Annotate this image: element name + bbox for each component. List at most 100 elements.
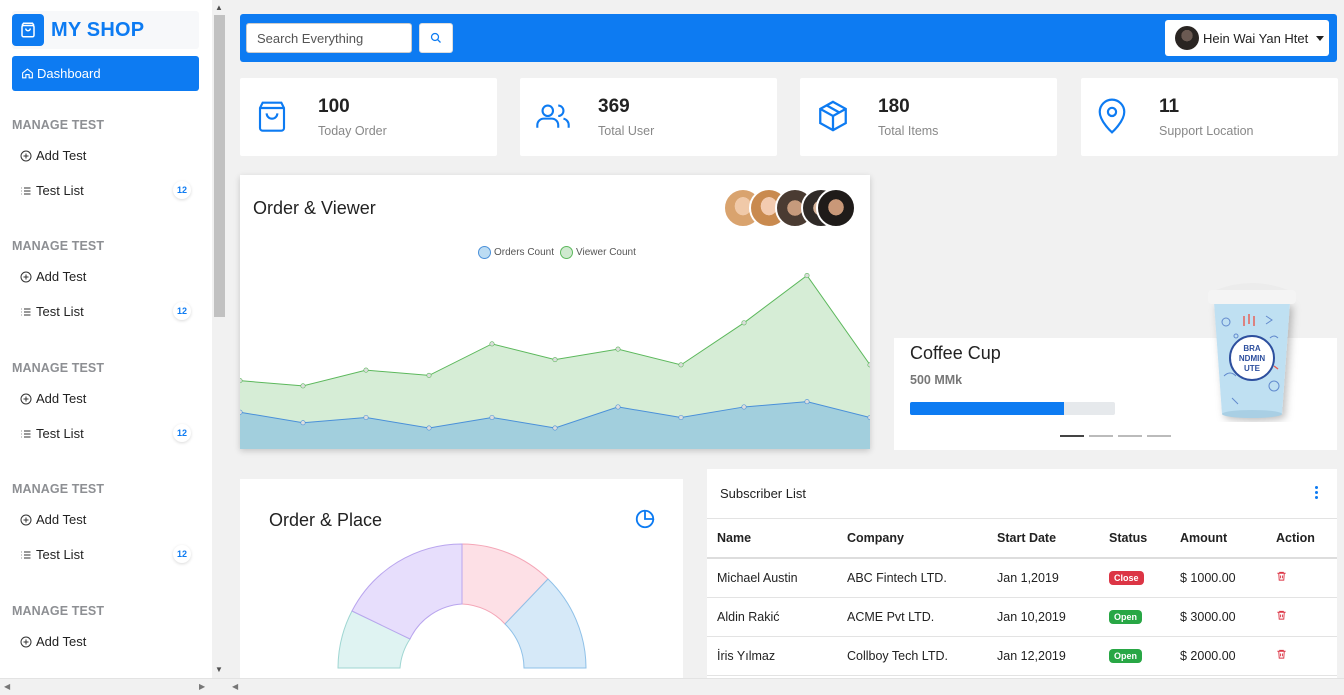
data-point[interactable] — [240, 409, 243, 415]
data-point[interactable] — [426, 372, 432, 378]
stat-label: Support Location — [1159, 124, 1254, 138]
stat-card-total-items: 180 Total Items — [800, 78, 1057, 156]
cell-status: Open — [1099, 597, 1170, 637]
stat-card-today-order: 100 Today Order — [240, 78, 497, 156]
table-row: İris Yılmaz Collboy Tech LTD. Jan 12,201… — [707, 636, 1337, 676]
data-point[interactable] — [426, 425, 432, 431]
table-row: Aldin Rakić ACME Pvt LTD. Jan 10,2019 Op… — [707, 597, 1337, 637]
brand[interactable]: MY SHOP — [12, 11, 199, 49]
sidebar-item-add-test[interactable]: Add Test — [12, 624, 199, 659]
table-row: Michael Austin ABC Fintech LTD. Jan 1,20… — [707, 558, 1337, 598]
plus-circle-icon — [20, 393, 32, 404]
product-title: Coffee Cup — [910, 343, 1001, 363]
top-bar: Hein Wai Yan Htet — [240, 14, 1337, 62]
sidebar-item-test-list[interactable]: Test List 12 — [12, 416, 199, 451]
order-place-card: Order & Place — [240, 479, 683, 678]
data-point[interactable] — [489, 341, 495, 347]
data-point[interactable] — [363, 414, 369, 420]
list-icon — [21, 187, 31, 194]
cell-company: ACME Pvt LTD. — [837, 597, 987, 637]
column-header[interactable]: Start Date — [987, 519, 1099, 559]
data-point[interactable] — [678, 414, 684, 420]
column-header[interactable]: Amount — [1170, 519, 1266, 559]
search-button[interactable] — [419, 23, 453, 53]
cell-amount: $ 1000.00 — [1170, 558, 1266, 598]
cell-name: Aldin Rakić — [707, 597, 837, 637]
progress-fill — [910, 402, 1064, 415]
carousel-indicator[interactable] — [1060, 435, 1084, 437]
cup-logo-text: BRA — [1243, 344, 1261, 353]
table-header-row: Name Company Start Date Status Amount Ac… — [707, 519, 1337, 559]
sidebar-item-test-list[interactable]: Test List 12 — [12, 173, 199, 208]
column-header[interactable]: Status — [1099, 519, 1170, 559]
data-point[interactable] — [489, 414, 495, 420]
sidebar-item-add-test[interactable]: Add Test — [12, 138, 199, 173]
scroll-left-arrow-icon[interactable]: ◀ — [4, 682, 10, 691]
section-title: MANAGE TEST — [12, 604, 105, 618]
scroll-down-arrow-icon[interactable]: ▼ — [215, 665, 223, 674]
sidebar-item-label: Test List — [36, 426, 84, 441]
sidebar-scrollbar[interactable]: ▲ ▼ — [212, 0, 227, 678]
section-title: MANAGE TEST — [12, 239, 105, 253]
progress-bar — [910, 402, 1115, 415]
column-header[interactable]: Action — [1266, 519, 1337, 559]
sidebar-item-add-test[interactable]: Add Test — [12, 259, 199, 294]
sidebar-item-label: Test List — [36, 547, 84, 562]
sidebar-section: MANAGE TEST Add Test Test List 12 — [12, 239, 199, 329]
trash-icon[interactable] — [1276, 570, 1287, 582]
list-icon — [21, 308, 31, 315]
search-icon — [430, 32, 441, 43]
cell-status: Open — [1099, 636, 1170, 676]
user-menu-button[interactable]: Hein Wai Yan Htet — [1165, 20, 1329, 56]
data-point[interactable] — [804, 399, 810, 405]
data-point[interactable] — [741, 404, 747, 410]
list-icon — [21, 430, 31, 437]
data-point[interactable] — [867, 362, 870, 368]
sidebar-item-test-list[interactable]: Test List 12 — [12, 537, 199, 572]
search-input[interactable] — [246, 23, 412, 53]
plus-circle-icon — [20, 514, 32, 525]
cell-start-date: Jan 1,2019 — [987, 558, 1099, 598]
carousel-indicator[interactable] — [1118, 435, 1142, 437]
more-options-icon[interactable] — [1315, 486, 1319, 501]
data-point[interactable] — [615, 404, 621, 410]
data-point[interactable] — [300, 420, 306, 426]
data-point[interactable] — [552, 425, 558, 431]
count-badge: 12 — [173, 181, 191, 199]
data-point[interactable] — [300, 383, 306, 389]
column-header[interactable]: Name — [707, 519, 837, 559]
section-title: MANAGE TEST — [12, 482, 105, 496]
data-point[interactable] — [741, 320, 747, 326]
stat-value: 100 — [318, 96, 350, 117]
scroll-up-arrow-icon[interactable]: ▲ — [215, 3, 223, 12]
sidebar-item-add-test[interactable]: Add Test — [12, 502, 199, 537]
data-point[interactable] — [678, 362, 684, 368]
data-point[interactable] — [240, 378, 243, 384]
subscriber-list-card: Subscriber List Name Company Start Date … — [707, 469, 1337, 678]
sidebar-item-test-list[interactable]: Test List 12 — [12, 294, 199, 329]
scrollbar-thumb[interactable] — [214, 15, 225, 317]
scroll-right-arrow-icon[interactable]: ▶ — [199, 682, 205, 691]
trash-icon[interactable] — [1276, 648, 1287, 660]
area-chart — [240, 273, 870, 449]
horizontal-scrollbar[interactable]: ◀ ▶ ◀ — [0, 678, 1344, 695]
carousel-indicator[interactable] — [1147, 435, 1171, 437]
data-point[interactable] — [867, 414, 870, 420]
scroll-left-arrow-icon[interactable]: ◀ — [232, 682, 238, 691]
cell-action — [1266, 558, 1337, 598]
count-badge: 12 — [173, 545, 191, 563]
data-point[interactable] — [615, 346, 621, 352]
sidebar-item-label: Add Test — [36, 269, 87, 284]
stat-value: 180 — [878, 96, 910, 117]
donut-chart — [337, 543, 587, 669]
sidebar-item-dashboard[interactable]: Dashboard — [12, 56, 199, 91]
sidebar-item-add-test[interactable]: Add Test — [12, 381, 199, 416]
carousel-indicator[interactable] — [1089, 435, 1113, 437]
data-point[interactable] — [552, 357, 558, 363]
column-header[interactable]: Company — [837, 519, 987, 559]
trash-icon[interactable] — [1276, 609, 1287, 621]
status-badge: Open — [1109, 649, 1143, 663]
data-point[interactable] — [363, 367, 369, 373]
data-point[interactable] — [804, 273, 810, 279]
cell-amount: $ 3000.00 — [1170, 597, 1266, 637]
